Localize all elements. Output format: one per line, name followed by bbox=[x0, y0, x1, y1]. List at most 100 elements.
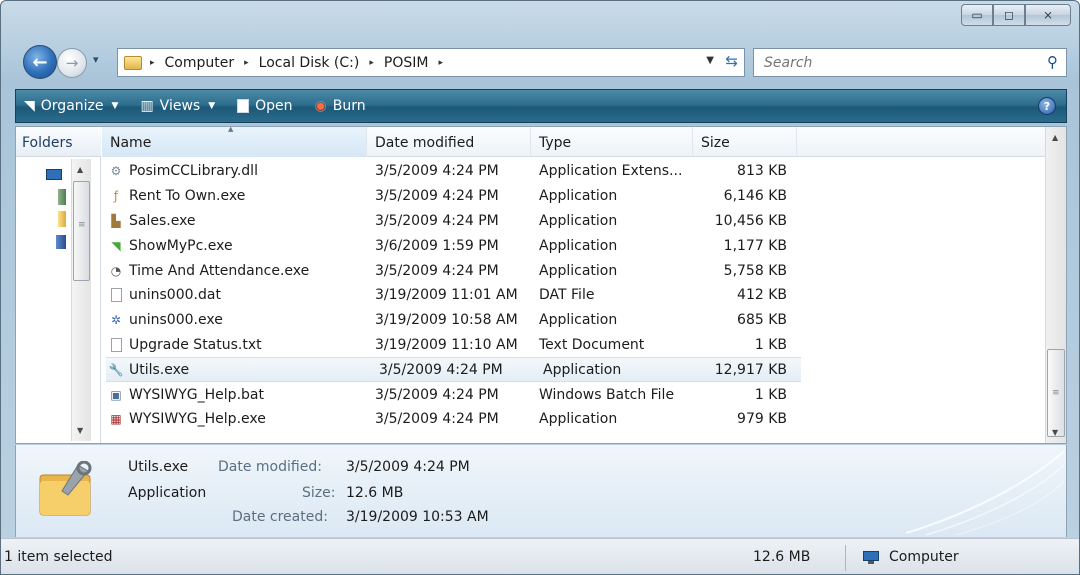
file-row[interactable]: Upgrade Status.txt 3/19/2009 11:10 AM Te… bbox=[102, 333, 1046, 358]
folders-header[interactable]: Folders bbox=[16, 127, 101, 157]
views-button[interactable]: ▥ Views ▼ bbox=[140, 98, 215, 114]
organize-button[interactable]: ◥ Organize ▼ bbox=[24, 98, 118, 114]
recent-pages-dropdown[interactable]: ▾ bbox=[93, 53, 99, 66]
file-row[interactable]: ▣ WYSIWYG_Help.bat 3/5/2009 4:24 PM Windo… bbox=[102, 382, 1046, 407]
dll-icon: ⚙ bbox=[110, 164, 122, 179]
file-name: Upgrade Status.txt bbox=[129, 336, 262, 353]
file-name: PosimCCLibrary.dll bbox=[129, 163, 258, 180]
file-row[interactable]: ✲ unins000.exe 3/19/2009 10:58 AM Applica… bbox=[102, 308, 1046, 333]
file-name-cell: ▙ Sales.exe bbox=[102, 213, 367, 229]
file-date: 3/6/2009 1:59 PM bbox=[375, 237, 499, 254]
drive-icon[interactable] bbox=[58, 189, 66, 205]
details-file-name: Utils.exe bbox=[128, 459, 189, 475]
breadcrumb-separator-icon[interactable]: ▸ bbox=[369, 58, 374, 68]
monitor-icon[interactable] bbox=[46, 169, 62, 180]
close-button[interactable]: ⨯ bbox=[1025, 4, 1071, 26]
file-row[interactable]: ƒ Rent To Own.exe 3/5/2009 4:24 PM Applic… bbox=[102, 184, 1046, 209]
breadcrumb-separator-icon[interactable]: ▸ bbox=[150, 58, 155, 68]
folder-icon[interactable] bbox=[58, 211, 66, 227]
status-size: 12.6 MB bbox=[753, 549, 811, 565]
file-name: WYSIWYG_Help.exe bbox=[129, 411, 266, 428]
help-button[interactable]: ? bbox=[1038, 97, 1056, 115]
column-header-date[interactable]: Date modified bbox=[367, 127, 531, 157]
file-list: ▲ Name Date modified Type Size ⚙ PosimCCL… bbox=[102, 125, 1046, 443]
file-date: 3/5/2009 4:24 PM bbox=[379, 361, 503, 378]
views-icon: ▥ bbox=[140, 98, 154, 114]
computer-icon bbox=[863, 550, 881, 564]
back-button[interactable]: ← bbox=[23, 45, 57, 79]
file-type: Application bbox=[539, 411, 618, 428]
details-date-created: 3/19/2009 10:53 AM bbox=[346, 509, 489, 525]
scroll-down-icon[interactable]: ▼ bbox=[1052, 428, 1058, 437]
file-type: Application bbox=[543, 361, 622, 378]
file-row[interactable]: ▙ Sales.exe 3/5/2009 4:24 PM Application … bbox=[102, 209, 1046, 234]
open-label: Open bbox=[255, 98, 293, 114]
scroll-up-icon[interactable]: ▲ bbox=[1052, 133, 1058, 142]
file-name-cell: ▦ WYSIWYG_Help.exe bbox=[102, 411, 367, 427]
organize-icon: ◥ bbox=[24, 98, 35, 114]
file-size: 12,917 KB bbox=[714, 361, 787, 378]
file-date: 3/19/2009 11:01 AM bbox=[375, 287, 518, 304]
details-pane: Utils.exe Application Date modified: 3/5… bbox=[15, 445, 1067, 537]
column-header-type[interactable]: Type bbox=[531, 127, 693, 157]
explorer-window: ▭ ◻ ⨯ ← → ▾ ▸ Computer ▸ Local Disk (C:)… bbox=[0, 0, 1080, 575]
file-name: unins000.dat bbox=[129, 287, 221, 304]
minimize-button[interactable]: ▭ bbox=[961, 4, 993, 26]
column-header-filler bbox=[797, 127, 1046, 157]
showmypc-icon: ◥ bbox=[111, 238, 121, 253]
wrench-icon: 🔧 bbox=[108, 362, 124, 377]
decorative-swoosh bbox=[905, 450, 1065, 536]
file-name-cell: unins000.dat bbox=[102, 287, 367, 303]
file-row-selected[interactable]: 🔧 Utils.exe 3/5/2009 4:24 PM Application … bbox=[106, 357, 801, 383]
breadcrumb-posim[interactable]: POSIM bbox=[384, 55, 429, 71]
burn-button[interactable]: ◉ Burn bbox=[315, 98, 366, 114]
file-row[interactable]: ◔ Time And Attendance.exe 3/5/2009 4:24 P… bbox=[102, 258, 1046, 283]
column-header-size[interactable]: Size bbox=[693, 127, 797, 157]
file-type: Windows Batch File bbox=[539, 386, 675, 403]
breadcrumb-separator-icon[interactable]: ▸ bbox=[438, 58, 443, 68]
nav-pane-scrollbar[interactable]: ▲ ≡ ▼ bbox=[71, 159, 91, 441]
file-name: WYSIWYG_Help.bat bbox=[129, 386, 264, 403]
search-icon[interactable]: ⚲ bbox=[1047, 53, 1058, 71]
burn-disc-icon: ◉ bbox=[314, 98, 327, 114]
column-label: Type bbox=[539, 135, 572, 151]
scroll-thumb[interactable]: ≡ bbox=[73, 181, 90, 281]
file-size: 412 KB bbox=[737, 287, 787, 304]
file-type: Application Extens... bbox=[539, 163, 683, 180]
grip-icon: ≡ bbox=[78, 220, 86, 230]
file-row[interactable]: ▦ WYSIWYG_Help.exe 3/5/2009 4:24 PM Appli… bbox=[102, 407, 1046, 432]
network-icon[interactable] bbox=[56, 235, 66, 249]
search-box[interactable]: ⚲ bbox=[753, 48, 1067, 77]
file-size: 5,758 KB bbox=[723, 262, 787, 279]
file-name: Rent To Own.exe bbox=[129, 188, 246, 205]
column-header-name[interactable]: ▲ Name bbox=[102, 125, 367, 157]
breadcrumb-separator-icon[interactable]: ▸ bbox=[244, 58, 249, 68]
scroll-down-icon[interactable]: ▼ bbox=[77, 426, 83, 435]
file-type: Application bbox=[539, 212, 618, 229]
navigation-row: ← → ▾ ▸ Computer ▸ Local Disk (C:) ▸ POS… bbox=[1, 43, 1079, 83]
maximize-button[interactable]: ◻ bbox=[993, 4, 1025, 26]
file-row[interactable]: unins000.dat 3/19/2009 11:01 AM DAT File… bbox=[102, 283, 1046, 308]
title-bar[interactable]: ▭ ◻ ⨯ bbox=[1, 1, 1079, 39]
chevron-down-icon: ▼ bbox=[111, 101, 119, 111]
refresh-icon[interactable]: ⇆ bbox=[725, 52, 738, 70]
breadcrumb-local-disk[interactable]: Local Disk (C:) bbox=[259, 55, 360, 71]
address-bar[interactable]: ▸ Computer ▸ Local Disk (C:) ▸ POSIM ▸ ▼… bbox=[117, 48, 745, 77]
file-list-scrollbar[interactable]: ▲ ≡ ▼ bbox=[1045, 127, 1066, 443]
file-name-cell: ⚙ PosimCCLibrary.dll bbox=[102, 163, 367, 179]
file-row[interactable]: ◥ ShowMyPc.exe 3/6/2009 1:59 PM Applicati… bbox=[102, 233, 1046, 258]
scroll-up-icon[interactable]: ▲ bbox=[77, 165, 83, 174]
breadcrumb-computer[interactable]: Computer bbox=[165, 55, 235, 71]
file-date: 3/5/2009 4:24 PM bbox=[375, 188, 499, 205]
window-controls: ▭ ◻ ⨯ bbox=[961, 4, 1071, 26]
forward-button[interactable]: → bbox=[57, 48, 87, 78]
open-button[interactable]: Open bbox=[237, 98, 293, 114]
sort-ascending-icon: ▲ bbox=[228, 125, 234, 133]
file-date: 3/19/2009 10:58 AM bbox=[375, 312, 518, 329]
file-row[interactable]: ⚙ PosimCCLibrary.dll 3/5/2009 4:24 PM App… bbox=[102, 159, 1046, 184]
scroll-thumb[interactable]: ≡ bbox=[1047, 349, 1065, 437]
address-dropdown-icon[interactable]: ▼ bbox=[706, 55, 714, 66]
chevron-down-icon: ▼ bbox=[208, 101, 216, 111]
file-rows: ⚙ PosimCCLibrary.dll 3/5/2009 4:24 PM App… bbox=[102, 159, 1046, 432]
search-input[interactable] bbox=[764, 54, 1024, 71]
